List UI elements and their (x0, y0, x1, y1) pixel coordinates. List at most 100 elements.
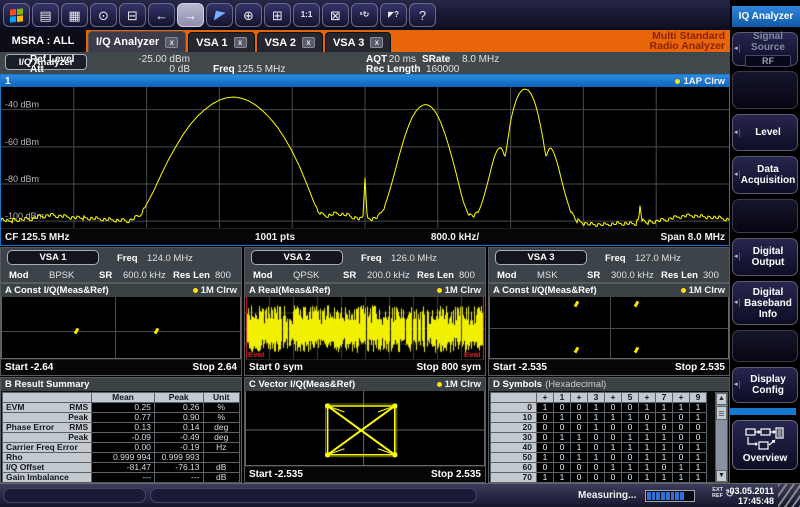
start-readout: Start -2.535 (493, 362, 547, 373)
vsa-plot-2[interactable] (245, 297, 485, 359)
toolbar-button-help[interactable]: ? (409, 3, 436, 27)
symbols-row: 600000111011 (491, 463, 707, 473)
symbol-bit: 0 (605, 433, 622, 443)
result-summary-table-area: MeanPeakUnitEVMRMS0.250.26%Peak0.770.90%… (1, 391, 241, 482)
toolbar-button-sequence[interactable]: ˢ↻ (351, 3, 378, 27)
measuring-status-text: Measuring... (578, 490, 636, 501)
toolbar-button-pointer[interactable]: ◤ (206, 3, 233, 27)
vsa-field-value: BPSK (49, 271, 74, 280)
trace-label: 1AP Clrw (683, 76, 725, 87)
symbols-column-header: + (537, 393, 554, 403)
symbols-row-label: 60 (491, 463, 537, 473)
symbol-bit: 1 (622, 443, 639, 453)
toolbar-button-windows-logo[interactable] (3, 3, 30, 27)
scrollbar-thumb[interactable] (716, 406, 727, 420)
symbol-bit: 1 (571, 453, 588, 463)
symbol-bit: 0 (690, 423, 707, 433)
vector-iq-titlebar: C Vector I/Q(Meas&Ref) 1M Clrw (245, 378, 485, 391)
vsa-field-value: MSK (537, 271, 558, 280)
tab-vsa-1[interactable]: VSA 1x (188, 32, 254, 52)
symbol-bit: 0 (554, 463, 571, 473)
softkey-digital-baseband-info[interactable]: ◂Digital Baseband Info (732, 281, 798, 325)
start-readout: Start 0 sym (249, 362, 303, 373)
toolbar-button-print[interactable]: ⊟ (119, 3, 146, 27)
trace-color-dot (675, 79, 680, 84)
tab-msra-all[interactable]: MSRA : ALL (0, 30, 86, 52)
grid-hline (2, 331, 241, 332)
vsa-plot-row: A Const I/Q(Meas&Ref)1M ClrwStart -2.64S… (0, 283, 730, 376)
save-icon: ▦ (68, 9, 80, 22)
symbol-bit: 1 (605, 443, 622, 453)
toolbar-button-open-file[interactable]: ▤ (32, 3, 59, 27)
vsa-field-value: Freq (605, 254, 626, 263)
toolbar-button-redo[interactable]: → (177, 3, 204, 27)
symbol-bit: 0 (622, 423, 639, 433)
svg-text:-60 dBm: -60 dBm (5, 137, 39, 147)
vsa-tab-button-1[interactable]: VSA 1 (7, 250, 99, 265)
toolbar-button-help-pointer[interactable]: ◤? (380, 3, 407, 27)
symbol-bit: 0 (673, 433, 690, 443)
symbol-bit: 0 (537, 463, 554, 473)
vsa-tab-button-3[interactable]: VSA 3 (495, 250, 587, 265)
spectrum-plot[interactable]: -40 dBm-60 dBm-80 dBm-100 dBm (1, 87, 729, 228)
softkey-display-config[interactable]: ◂Display Config (732, 367, 798, 403)
svg-text:-40 dBm: -40 dBm (5, 100, 39, 110)
softkey-blank-3[interactable] (732, 330, 798, 362)
symbols-row: 501011001101 (491, 453, 707, 463)
tab-close-icon[interactable]: x (165, 37, 178, 48)
softkey-blank-1[interactable] (732, 71, 798, 109)
peak-value: -0.49 (154, 433, 203, 443)
vector-iq-plot[interactable] (245, 391, 485, 466)
stop-readout: Stop 2.535 (431, 469, 481, 480)
symbol-bit: 1 (554, 413, 571, 423)
row-sublabel: RMS (69, 403, 88, 412)
symbol-bit: 1 (639, 473, 656, 483)
symbols-column-header: + (639, 393, 656, 403)
toolbar-button-fit-screen[interactable]: ⊠ (322, 3, 349, 27)
tab-vsa-2[interactable]: VSA 2x (257, 32, 323, 52)
row-label-cell: EVMRMS (3, 403, 92, 413)
vsa-field-value: SR (587, 271, 600, 280)
softkey-digital-output[interactable]: ◂Digital Output (732, 238, 798, 276)
toolbar-button-zoom-window[interactable]: ⊞ (264, 3, 291, 27)
symbols-row-label: 70 (491, 473, 537, 483)
softkey-blank-2[interactable] (732, 199, 798, 233)
tab-close-icon[interactable]: x (370, 37, 383, 48)
progress-segment (656, 492, 660, 500)
window-number: 1 (5, 76, 11, 87)
softkey-signal-source[interactable]: ◂Signal SourceRF (732, 32, 798, 66)
row-label: Rho (6, 453, 23, 463)
tab-vsa-3[interactable]: VSA 3x (325, 32, 391, 52)
toolbar-button-zoom-1to1[interactable]: 1:1 (293, 3, 320, 27)
constellation-point (574, 347, 580, 354)
scroll-up-icon[interactable]: ▲ (716, 393, 727, 405)
symbol-bit: 1 (639, 403, 656, 413)
vsa-plot-1[interactable] (1, 297, 241, 359)
scroll-down-icon[interactable]: ▼ (716, 470, 727, 482)
softkey-arrow-icon: ◂ (734, 45, 740, 53)
softkey-data-acquisition[interactable]: ◂Data Acquisition (732, 156, 798, 194)
symbols-scrollbar[interactable]: ▲▼ (715, 392, 728, 483)
vsa-field-value: 124.0 MHz (147, 254, 193, 263)
tab-i-q-analyzer[interactable]: I/Q Analyzerx (88, 31, 186, 52)
softkey-label: Level (755, 127, 781, 138)
tab-close-icon[interactable]: x (234, 37, 247, 48)
vsa-plot-footer-2: Start 0 symStop 800 sym (245, 359, 485, 375)
vsa-field-value: Freq (361, 254, 382, 263)
symbols-table: +1+3+5+7+9010010011111001011101012000010… (490, 392, 707, 483)
spectrum-window-titlebar: 1 1AP Clrw (1, 75, 729, 87)
softkey-level[interactable]: ◂Level (732, 114, 798, 151)
toolbar-button-zoom-in[interactable]: ⊕ (235, 3, 262, 27)
vsa-plot-3[interactable] (489, 297, 729, 359)
toolbar-button-screenshot[interactable]: ⊙ (90, 3, 117, 27)
softkey-label: Signal Source (742, 31, 794, 53)
toolbar-button-undo[interactable]: ← (148, 3, 175, 27)
vsa-header-1: VSA 1Freq124.0 MHzModBPSKSR600.0 kHzRes … (0, 247, 242, 283)
vsa-tab-button-2[interactable]: VSA 2 (251, 250, 343, 265)
trace-legend: 1M Clrw (681, 285, 725, 296)
overview-button[interactable]: Overview (732, 420, 798, 470)
symbols-row: 100101110101 (491, 413, 707, 423)
column-header-unit: Unit (203, 393, 239, 403)
tab-close-icon[interactable]: x (302, 37, 315, 48)
toolbar-button-save[interactable]: ▦ (61, 3, 88, 27)
